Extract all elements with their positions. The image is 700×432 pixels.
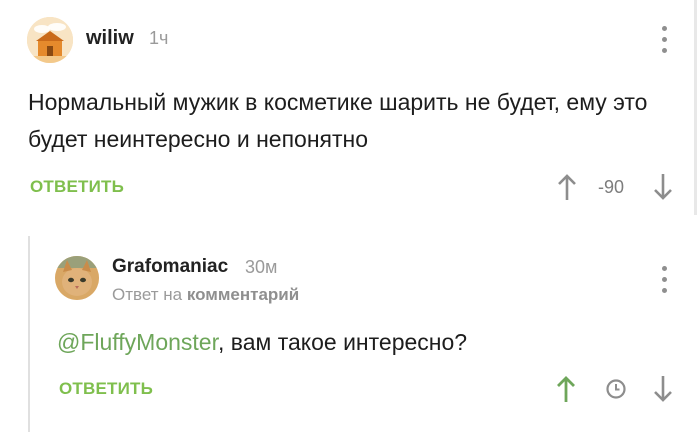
up-arrow-icon[interactable] xyxy=(555,375,577,403)
down-arrow-icon[interactable] xyxy=(652,173,674,201)
avatar-house-icon xyxy=(27,17,73,63)
reply-to-link[interactable]: комментарий xyxy=(187,285,299,304)
reply-to-prefix: Ответ на xyxy=(112,285,183,304)
avatar[interactable] xyxy=(27,17,73,63)
down-arrow-icon[interactable] xyxy=(652,375,674,403)
comment-time: 1ч xyxy=(149,28,169,48)
clock-icon xyxy=(606,379,626,399)
comment-text-rest: , вам такое интересно? xyxy=(217,329,468,355)
avatar-cat-icon xyxy=(55,256,99,300)
more-vertical-icon[interactable] xyxy=(662,266,667,299)
thread-line xyxy=(28,236,30,432)
comment-time: 30м xyxy=(245,257,278,277)
reply-to-line: Ответ на комментарий xyxy=(112,285,299,305)
comment-author[interactable]: Grafomaniac xyxy=(112,256,228,278)
comment-text: @FluffyMonster, вам такое интересно? xyxy=(57,324,657,361)
vote-score: -90 xyxy=(598,177,625,197)
reply-button[interactable]: ОТВЕТИТЬ xyxy=(30,177,124,197)
comment-author[interactable]: wiliw xyxy=(86,27,134,50)
avatar[interactable] xyxy=(55,256,99,300)
mention-link[interactable]: @FluffyMonster xyxy=(57,329,218,355)
reply-button[interactable]: ОТВЕТИТЬ xyxy=(59,379,153,399)
scrollbar[interactable] xyxy=(694,0,697,215)
up-arrow-icon[interactable] xyxy=(556,173,578,201)
comment-text: Нормальный мужик в косметике шарить не б… xyxy=(28,89,648,152)
more-vertical-icon[interactable] xyxy=(662,26,667,59)
